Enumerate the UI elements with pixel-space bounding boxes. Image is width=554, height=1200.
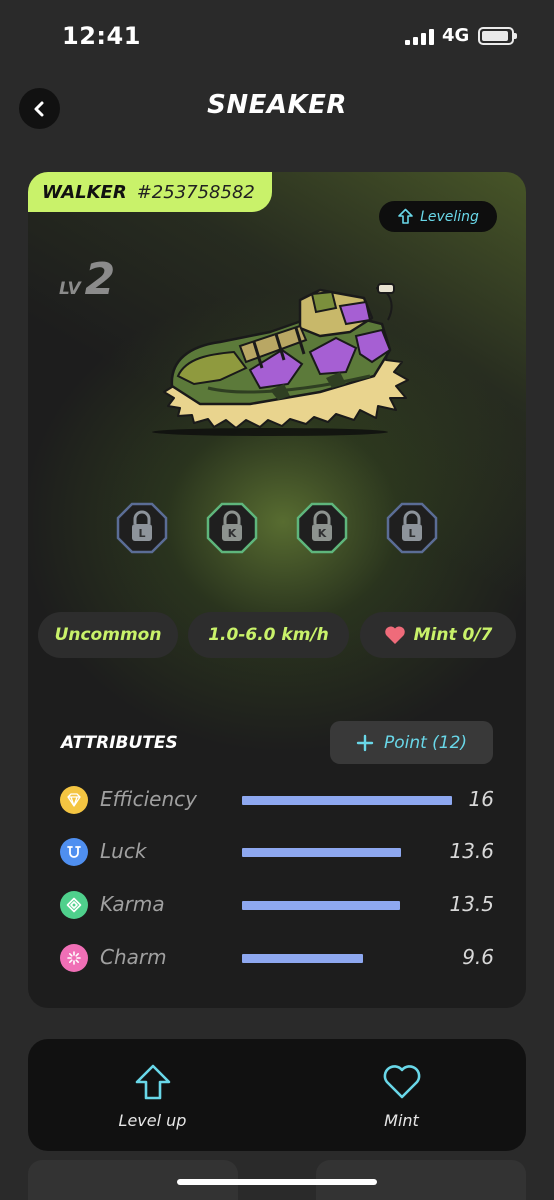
attribute-value: 13.6 xyxy=(449,839,494,863)
attributes-title: ATTRIBUTES xyxy=(61,733,178,753)
luck-icon xyxy=(60,838,88,866)
signal-icon xyxy=(405,29,435,45)
socket-lock-icon[interactable]: L xyxy=(386,502,438,554)
attribute-track xyxy=(242,848,452,857)
bottom-action-bar: Level up Mint xyxy=(28,1039,526,1151)
level-value: 2 xyxy=(84,254,116,305)
mint-button[interactable]: Mint xyxy=(277,1039,526,1151)
speed-chip: 1.0-6.0 km/h xyxy=(188,612,349,658)
attribute-row-luck: Luck 13.6 xyxy=(58,835,498,869)
attribute-bar xyxy=(242,848,401,857)
leveling-badge[interactable]: Leveling xyxy=(379,201,497,232)
network-label: 4G xyxy=(442,25,470,46)
heart-icon xyxy=(384,626,405,644)
socket-lock-icon[interactable]: K xyxy=(206,502,258,554)
attribute-track xyxy=(242,796,452,805)
attribute-value: 9.6 xyxy=(462,945,494,969)
heart-icon xyxy=(383,1065,420,1099)
attribute-label: Luck xyxy=(100,839,147,863)
socket-row: L K K L xyxy=(116,502,438,554)
sneaker-type-tag: WALKER #253758582 xyxy=(28,172,272,212)
level-up-arrow-icon xyxy=(398,208,413,224)
mint-label: Mint 0/7 xyxy=(413,625,493,645)
mint-chip: Mint 0/7 xyxy=(360,612,516,658)
attribute-track xyxy=(242,954,452,963)
mint-label: Mint xyxy=(384,1111,419,1130)
attribute-row-efficiency: Efficiency 16 xyxy=(58,783,498,817)
attribute-label: Efficiency xyxy=(100,787,197,811)
sneaker-card: WALKER #253758582 Leveling LV 2 L K K L … xyxy=(28,172,526,1008)
sneaker-image xyxy=(152,283,409,436)
plus-icon xyxy=(356,734,374,751)
home-indicator[interactable] xyxy=(177,1179,377,1185)
battery-icon xyxy=(478,27,517,45)
speed-label: 1.0-6.0 km/h xyxy=(208,625,329,645)
leveling-label: Leveling xyxy=(420,208,479,225)
attribute-label: Charm xyxy=(100,945,167,969)
level-up-button[interactable]: Level up xyxy=(28,1039,277,1151)
point-label: Point (12) xyxy=(383,732,468,753)
attribute-row-karma: Karma 13.5 xyxy=(58,888,498,922)
level-prefix: LV xyxy=(59,279,81,299)
socket-letter: L xyxy=(138,527,145,540)
status-bar: 12:41 4G xyxy=(0,0,554,70)
status-time: 12:41 xyxy=(62,22,141,50)
rarity-label: Uncommon xyxy=(54,625,162,645)
sneaker-type: WALKER xyxy=(42,181,127,203)
attribute-track xyxy=(242,901,452,910)
socket-letter: K xyxy=(318,527,327,540)
attribute-bar xyxy=(242,796,452,805)
rarity-chip: Uncommon xyxy=(38,612,178,658)
attribute-label: Karma xyxy=(100,892,165,916)
attribute-value: 16 xyxy=(468,787,494,811)
attribute-row-charm: Charm 9.6 xyxy=(58,941,498,975)
socket-lock-icon[interactable]: L xyxy=(116,502,168,554)
socket-letter: L xyxy=(408,527,415,540)
karma-icon xyxy=(60,891,88,919)
level-up-icon xyxy=(135,1064,170,1100)
sneaker-id: #253758582 xyxy=(136,181,255,203)
info-chips: Uncommon 1.0-6.0 km/h Mint 0/7 xyxy=(38,612,516,658)
socket-lock-icon[interactable]: K xyxy=(296,502,348,554)
attribute-bar xyxy=(242,901,400,910)
page-title: SNEAKER xyxy=(207,90,347,120)
charm-icon xyxy=(60,944,88,972)
add-point-button[interactable]: Point (12) xyxy=(330,721,493,764)
attribute-value: 13.5 xyxy=(449,892,494,916)
socket-letter: K xyxy=(228,527,237,540)
level-up-label: Level up xyxy=(118,1111,187,1130)
level-indicator: LV 2 xyxy=(59,258,115,302)
attribute-bar xyxy=(242,954,363,963)
efficiency-icon xyxy=(60,786,88,814)
